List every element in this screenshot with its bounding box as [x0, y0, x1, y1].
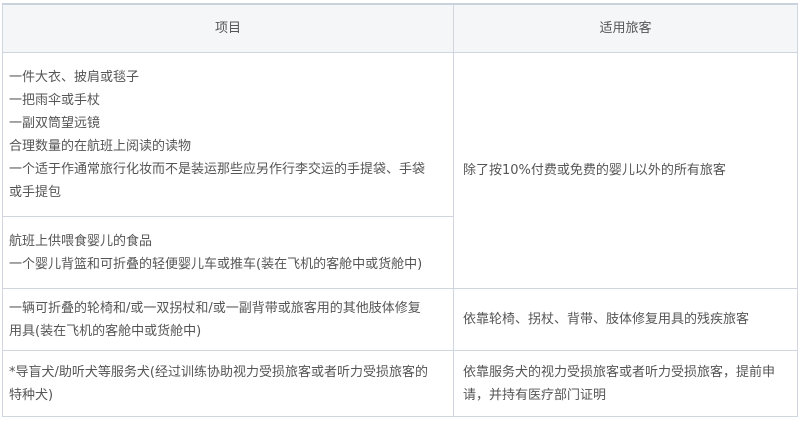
item-line: 一辆可折叠的轮椅和/或一双拐杖和/或一副背带或旅客用的其他肢体修复: [9, 300, 421, 316]
item-line: 用具(装在飞机的客舱中或货舱中): [9, 323, 202, 339]
passenger-cell: 依靠服务犬的视力受损旅客或者听力受损旅客，提前申 请，并持有医疗部门证明: [453, 350, 798, 417]
passenger-cell: 依靠轮椅、拐杖、背带、肢体修复用具的残疾旅客: [453, 288, 798, 351]
baggage-table-container: 项目 适用旅客 一件大衣、披肩或毯子 一把雨伞或手杖 一副双筒望远镜 合理数量的…: [0, 0, 800, 423]
header-applicable-passenger: 适用旅客: [453, 3, 798, 53]
item-line: 或手提包: [9, 184, 62, 200]
item-cell: *导盲犬/助听犬等服务犬(经过训练协助视力受损旅客或者听力受损旅客的 特种犬): [2, 350, 454, 417]
table-row: *导盲犬/助听犬等服务犬(经过训练协助视力受损旅客或者听力受损旅客的 特种犬) …: [2, 350, 798, 417]
item-line: 特种犬): [9, 387, 54, 403]
item-line: 航班上供喂食婴儿的食品: [9, 233, 153, 249]
item-line: 一个适于作通常旅行化妆而不是装运那些应另作行李交运的手提袋、手袋: [9, 161, 426, 177]
passenger-line: 请，并持有医疗部门证明: [463, 387, 607, 403]
passenger-line: 依靠轮椅、拐杖、背带、肢体修复用具的残疾旅客: [463, 312, 750, 327]
item-line: 一件大衣、披肩或毯子: [9, 69, 140, 85]
item-line: 合理数量的在航班上阅读的读物: [9, 138, 192, 154]
header-item: 项目: [2, 3, 454, 53]
item-line: 一把雨伞或手杖: [9, 92, 101, 108]
item-line: 一副双筒望远镜: [9, 115, 101, 131]
passenger-line: 依靠服务犬的视力受损旅客或者听力受损旅客，提前申: [463, 364, 776, 380]
item-cell: 一件大衣、披肩或毯子 一把雨伞或手杖 一副双筒望远镜 合理数量的在航班上阅读的读…: [2, 52, 454, 217]
table-row: 一件大衣、披肩或毯子 一把雨伞或手杖 一副双筒望远镜 合理数量的在航班上阅读的读…: [2, 52, 798, 289]
carry-on-items-table: 项目 适用旅客 一件大衣、披肩或毯子 一把雨伞或手杖 一副双筒望远镜 合理数量的…: [2, 3, 798, 417]
item-line: 一个婴儿背篮和可折叠的轻便婴儿车或推车(装在飞机的客舱中或货舱中): [9, 256, 423, 272]
item-line: *导盲犬/助听犬等服务犬(经过训练协助视力受损旅客或者听力受损旅客的: [9, 364, 428, 380]
table-header-row: 项目 适用旅客: [2, 3, 798, 53]
item-cell: 一辆可折叠的轮椅和/或一双拐杖和/或一副背带或旅客用的其他肢体修复 用具(装在飞…: [2, 288, 454, 351]
table-row: 一辆可折叠的轮椅和/或一双拐杖和/或一副背带或旅客用的其他肢体修复 用具(装在飞…: [2, 288, 798, 351]
passenger-line: 除了按10%付费或免费的婴儿以外的所有旅客: [463, 163, 726, 178]
item-cell: 航班上供喂食婴儿的食品 一个婴儿背篮和可折叠的轻便婴儿车或推车(装在飞机的客舱中…: [2, 216, 454, 289]
passenger-cell: 除了按10%付费或免费的婴儿以外的所有旅客: [453, 52, 798, 289]
